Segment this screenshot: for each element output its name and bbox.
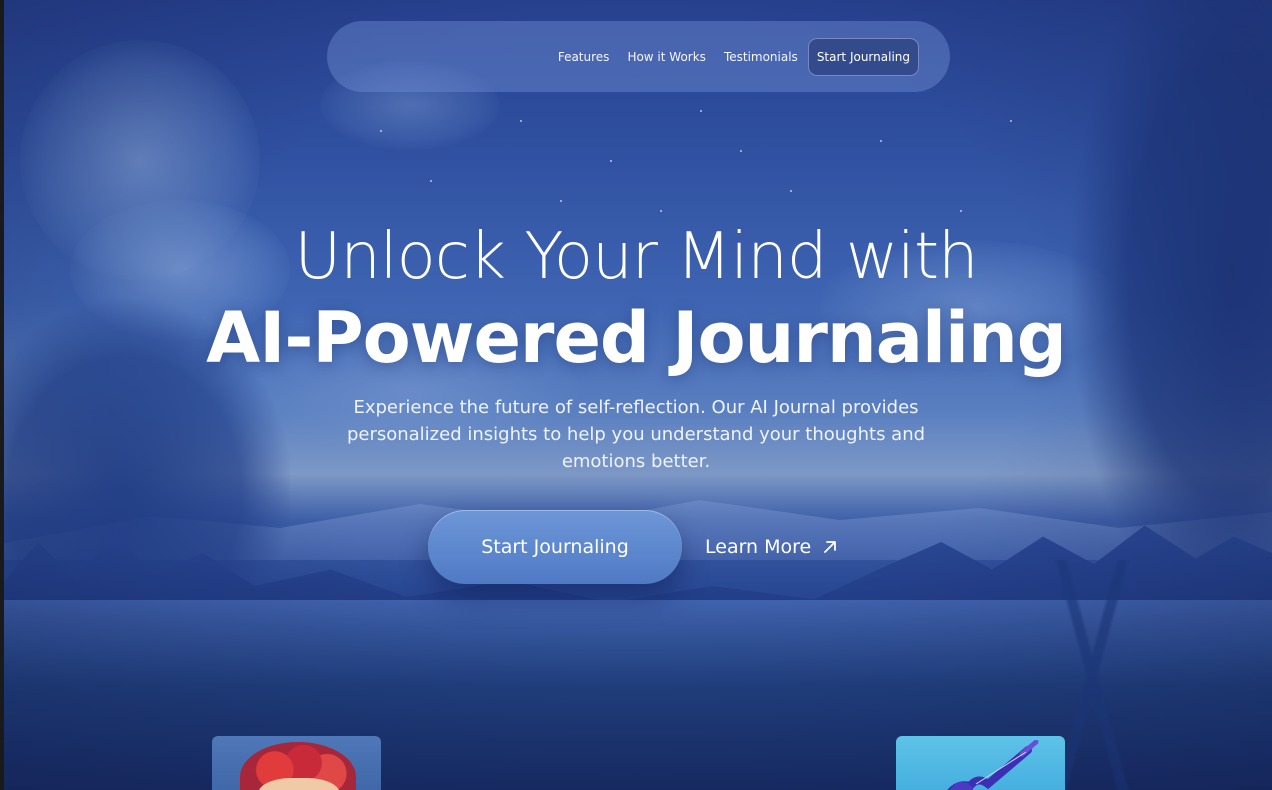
learn-more-link[interactable]: Learn More [705, 532, 839, 562]
nav-link-testimonials[interactable]: Testimonials [724, 50, 798, 64]
start-journaling-button[interactable]: Start Journaling [428, 510, 682, 584]
testimonial-card-avatar[interactable] [212, 736, 381, 790]
nav-start-journaling-button[interactable]: Start Journaling [807, 37, 919, 76]
learn-more-label: Learn More [705, 536, 812, 558]
start-journaling-label: Start Journaling [481, 536, 629, 558]
nav-link-how-it-works[interactable]: How it Works [627, 50, 706, 64]
guitar-illustration [947, 740, 1039, 790]
feature-card-guitar[interactable] [896, 736, 1065, 790]
hero-title-line2: AI-Powered Journaling [206, 297, 1067, 379]
arrow-up-right-icon [824, 541, 837, 553]
top-nav: Features How it Works Testimonials Start… [327, 21, 950, 92]
nav-link-features[interactable]: Features [558, 50, 610, 64]
hero-title-line1: Unlock Your Mind with [294, 220, 978, 294]
hero-subtitle: Experience the future of self-reflection… [346, 397, 926, 472]
